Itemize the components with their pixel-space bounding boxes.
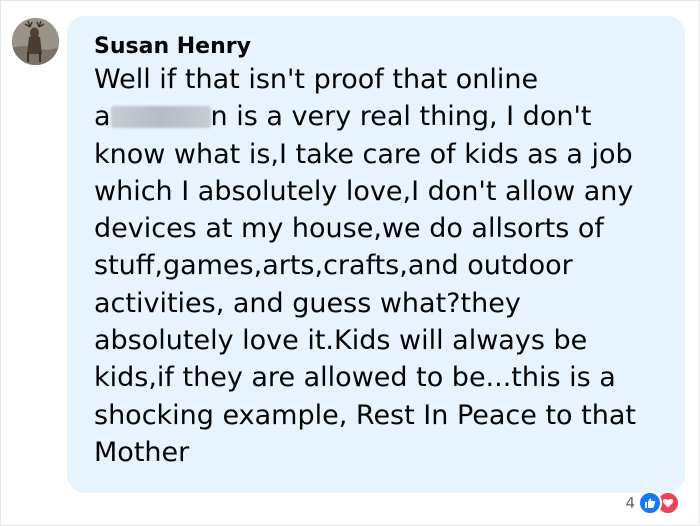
comment-card: Susan Henry Well if that isn't proof tha… <box>0 0 700 526</box>
comment-line: shocking example, Rest In Peace to that <box>94 399 636 431</box>
comment-line: kids,if they are allowed to be...this is… <box>94 362 616 394</box>
comment-line: absolutely love it.Kids will always be <box>94 325 588 357</box>
comment-line: activities, and guess what?they <box>94 287 521 319</box>
comment-line-prefix: a <box>94 101 111 133</box>
avatar[interactable] <box>12 18 59 65</box>
comment-line: Mother <box>94 436 190 468</box>
reaction-summary[interactable]: 4 <box>625 491 680 515</box>
like-icon <box>638 491 662 515</box>
comment-line: which I absolutely love,I don't allow an… <box>94 175 634 207</box>
comment-line: stuff,games,arts,crafts,and outdoor <box>94 250 573 282</box>
comment-line-redacted: a n is a very real thing, I don't <box>94 98 669 135</box>
comment-line: know what is,I take care of kids as a jo… <box>94 138 633 170</box>
comment-line-suffix: n is a very real thing, I don't <box>210 101 592 133</box>
comment-author[interactable]: Susan Henry <box>94 34 251 59</box>
reaction-count: 4 <box>625 494 635 512</box>
redacted-word <box>110 106 211 129</box>
comment-line: devices at my house,we do allsorts of <box>94 213 604 245</box>
comment-bubble: Susan Henry Well if that isn't proof tha… <box>67 16 685 493</box>
comment-text: Well if that isn't proof that online a n … <box>94 61 669 471</box>
comment-line: Well if that isn't proof that online <box>94 64 539 95</box>
deer-photo-icon <box>12 18 59 65</box>
